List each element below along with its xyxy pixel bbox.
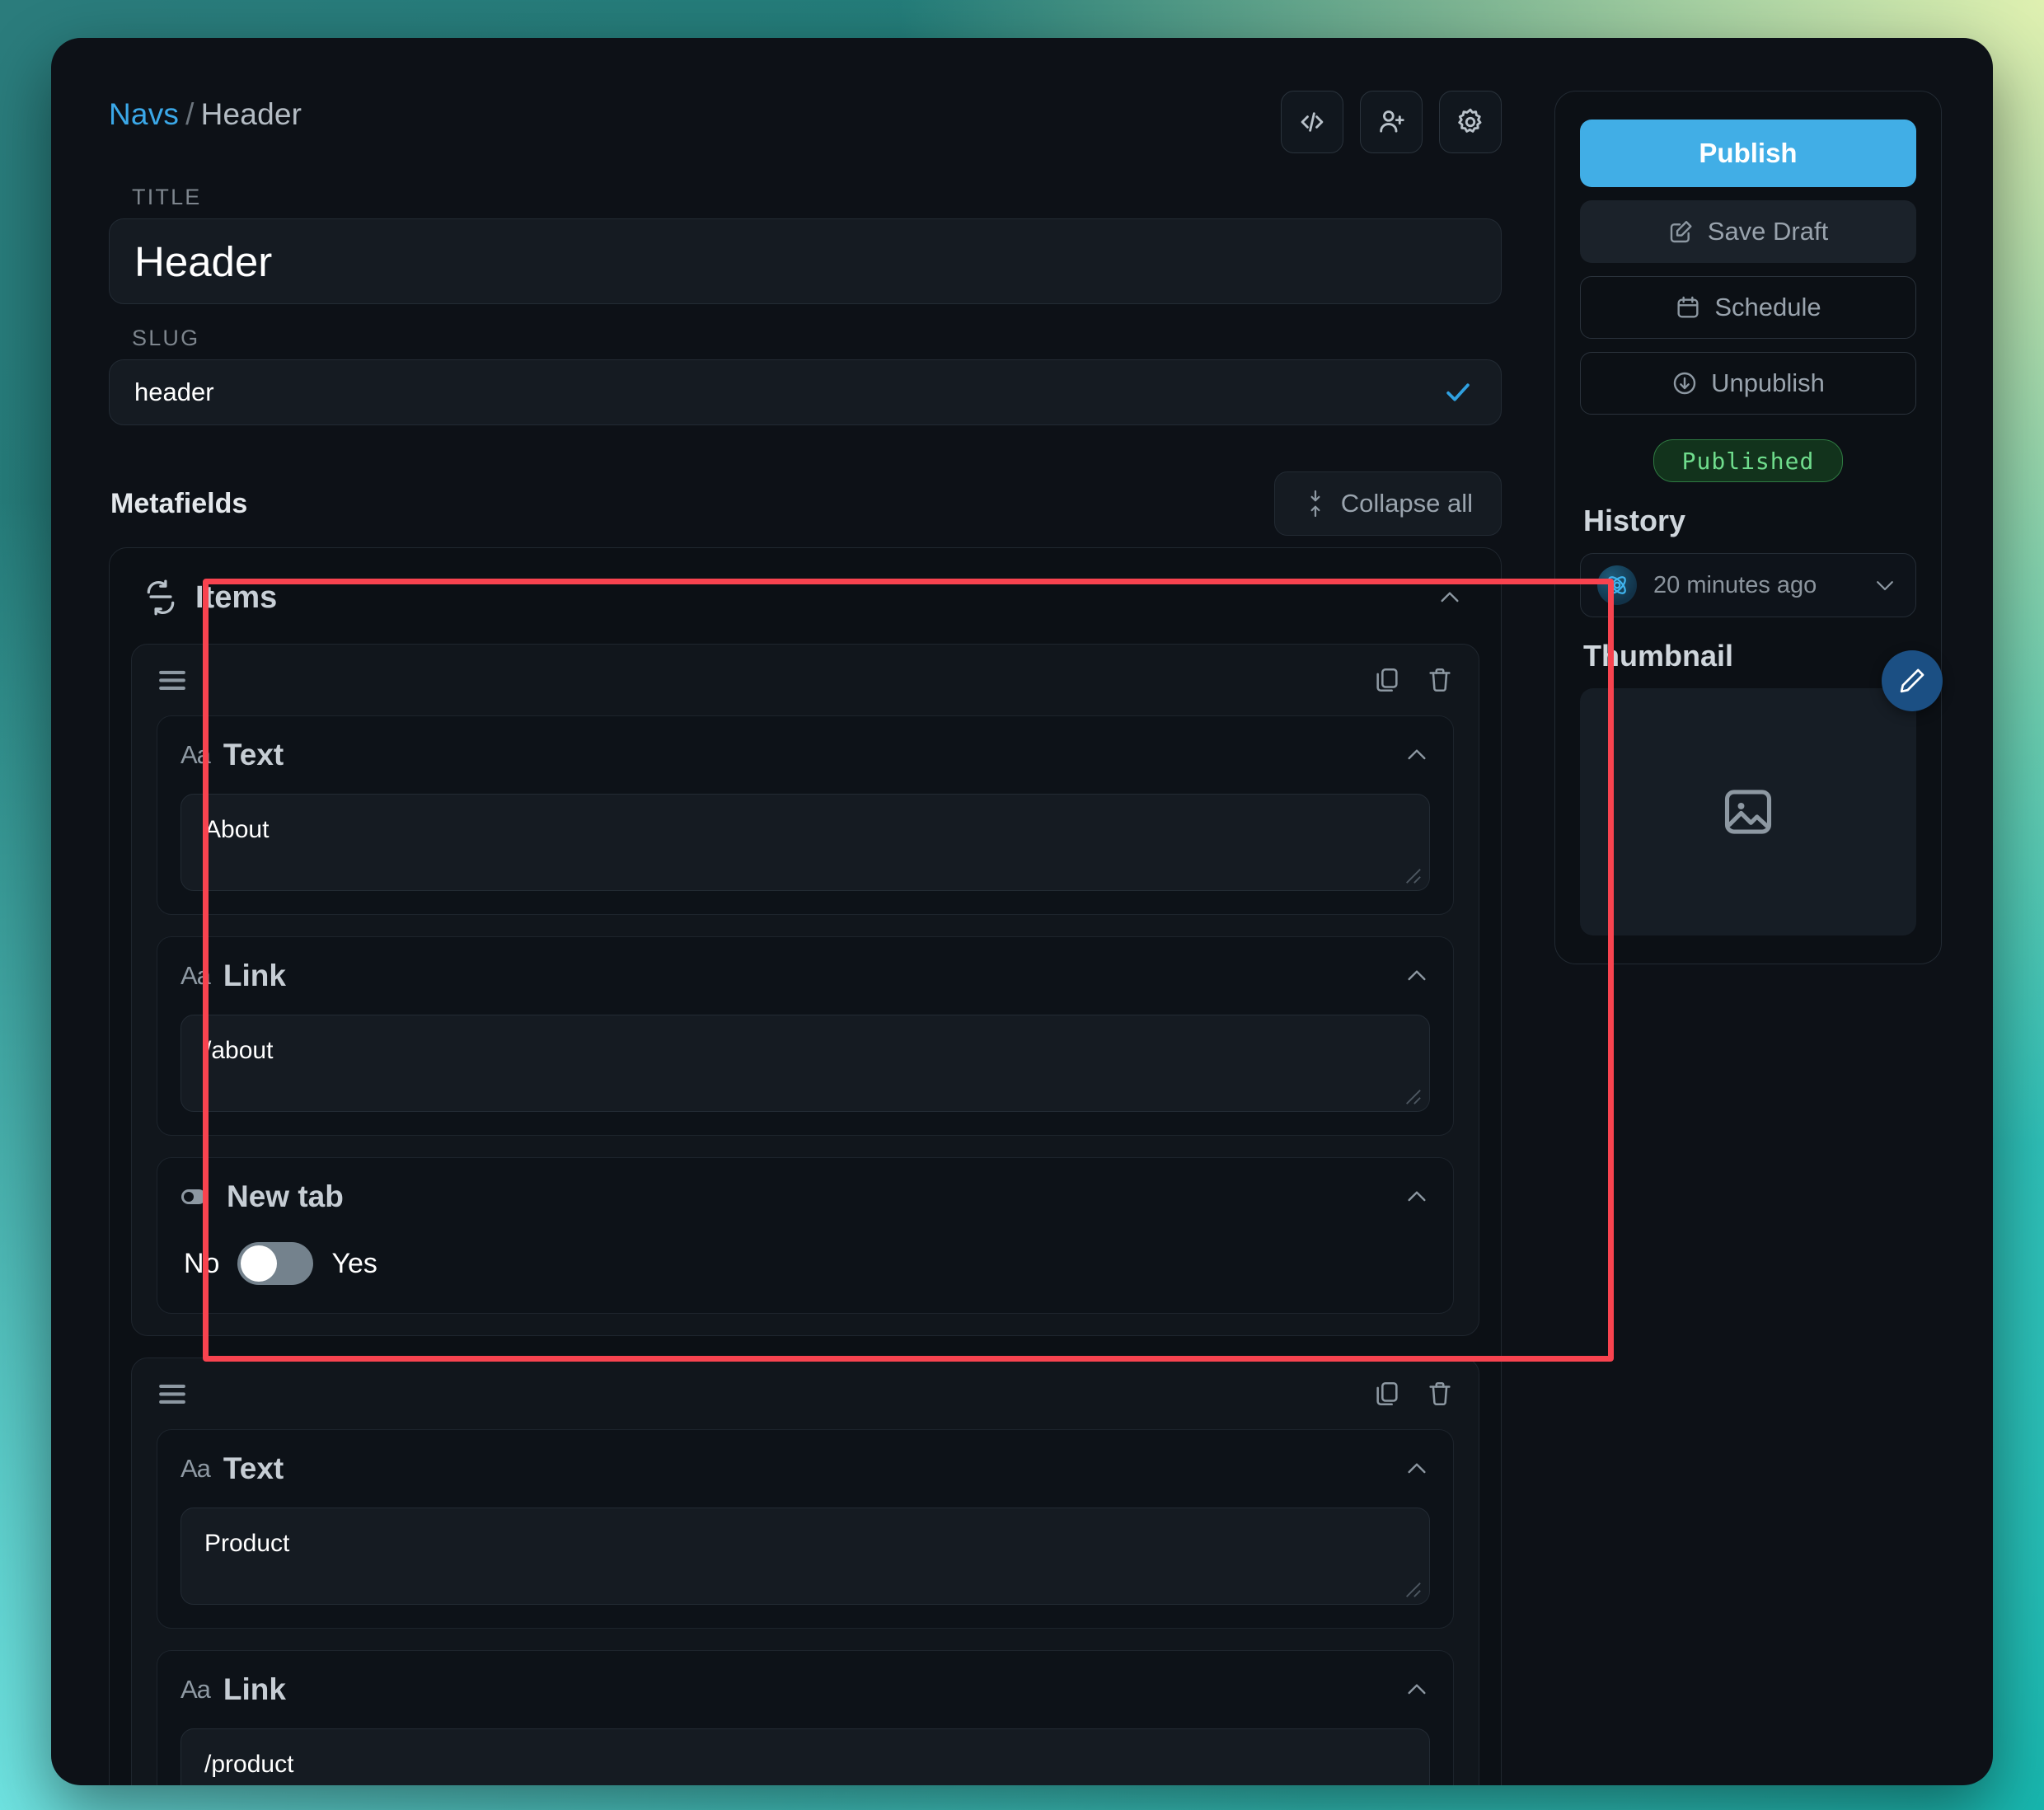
metafield-label: Link [223,1672,286,1706]
edit-square-icon [1670,221,1692,243]
history-heading: History [1583,504,1686,537]
metafields-header: Metafields Collapse all [109,471,1502,536]
breadcrumb-current: Header [200,97,302,131]
breadcrumb-parent-link[interactable]: Navs [109,97,179,131]
chevron-up-icon[interactable] [1437,584,1463,611]
chevron-up-icon[interactable] [1404,963,1430,989]
duplicate-icon[interactable] [1373,665,1401,695]
metafields-heading: Metafields [110,487,248,519]
chevron-up-icon[interactable] [1404,742,1430,768]
calendar-icon [1677,296,1699,318]
app-window: Navs / Header TITLE Header SLUG header M… [51,38,1993,1785]
chevron-down-icon[interactable] [1873,573,1897,598]
code-button[interactable] [1281,91,1343,153]
settings-button[interactable] [1439,91,1502,153]
boolean-toggle-row: No Yes [180,1236,1430,1290]
breadcrumb-separator: / [185,97,195,131]
slug-input[interactable] [109,359,1502,425]
group-title: Items [195,579,278,615]
toggle-on-label: Yes [331,1247,377,1279]
switch-knob [241,1245,278,1282]
item-toolbar [132,1358,1479,1429]
image-icon [1724,790,1772,834]
chevron-up-icon[interactable] [1404,1676,1430,1703]
drag-handle-icon[interactable] [157,666,188,694]
repeater-item: Aa Text [131,644,1479,1336]
topbar-actions [1281,91,1502,153]
item-toolbar [132,645,1479,715]
trash-icon[interactable] [1426,1379,1454,1409]
add-user-icon [1380,110,1404,133]
unpublish-button[interactable]: Unpublish [1580,352,1916,415]
status-badge: Published [1653,439,1844,482]
check-icon[interactable] [1442,377,1474,408]
text-type-icon: Aa [180,1675,211,1704]
metafield-text: Aa Text [157,715,1454,915]
thumbnail-heading: Thumbnail [1583,639,1733,673]
gear-icon [1458,108,1482,133]
history-value: 20 minutes ago [1653,571,1817,598]
metafield-label: New tab [227,1179,344,1213]
download-circle-icon [1673,372,1696,395]
text-type-icon: Aa [180,961,211,990]
metafield-label: Text [223,1451,284,1485]
unpublish-label: Unpublish [1711,368,1825,397]
metafield-value-input[interactable] [180,1508,1430,1605]
collapse-all-button[interactable]: Collapse all [1273,471,1502,536]
metafield-label: Link [223,959,286,992]
save-draft-button[interactable]: Save Draft [1580,200,1916,263]
duplicate-icon[interactable] [1373,1379,1401,1409]
metafield-value-input[interactable] [180,794,1430,891]
group-header[interactable]: Items [131,573,1479,622]
collapse-all-label: Collapse all [1340,489,1473,518]
metafield-text: Aa Text [157,1429,1454,1629]
metafield-group-items: Items Aa Text About Aa Link /about New t… [109,547,1502,1785]
publish-label: Publish [1699,138,1798,168]
drag-handle-icon[interactable] [157,1380,188,1408]
history-select[interactable]: 20 minutes ago [1580,553,1916,617]
main-content: Navs / Header TITLE Header SLUG header M… [109,91,1614,1785]
atom-icon [1608,576,1626,594]
metafield-link: Aa Link [157,936,1454,1136]
metafield-label: Text [223,738,284,771]
metafield-value-input[interactable] [180,1728,1430,1785]
save-draft-label: Save Draft [1707,217,1829,246]
thumbnail-placeholder[interactable] [1580,688,1916,935]
repeat-icon [147,579,175,616]
slug-field-label: SLUG [132,326,200,350]
edit-thumbnail-button[interactable] [1882,650,1943,711]
schedule-button[interactable]: Schedule [1580,276,1916,339]
topbar: Navs / Header [109,91,1502,163]
avatar [1597,565,1637,605]
metafield-link: Aa Link [157,1650,1454,1785]
pencil-icon [1900,668,1924,693]
new-tab-switch[interactable] [237,1242,314,1285]
schedule-label: Schedule [1714,293,1821,321]
repeater-item: Aa Text [131,1358,1479,1785]
title-input[interactable] [109,218,1502,304]
chevron-up-icon[interactable] [1404,1456,1430,1482]
collapse-all-icon [1310,490,1320,518]
sidebar: Publish Save Draft Schedule Unpublish Pu… [1554,91,1943,1785]
title-field-label: TITLE [132,185,202,209]
text-type-icon: Aa [180,1454,211,1483]
publish-button[interactable]: Publish [1580,120,1916,187]
code-icon [1301,112,1324,132]
chevron-up-icon[interactable] [1404,1184,1430,1210]
trash-icon[interactable] [1426,665,1454,695]
metafield-new-tab: New tab No Yes [157,1157,1454,1314]
toggle-type-icon [180,1187,213,1207]
toggle-off-label: No [184,1247,220,1279]
breadcrumb: Navs / Header [109,91,302,132]
add-user-button[interactable] [1360,91,1423,153]
metafield-value-input[interactable] [180,1015,1430,1112]
text-type-icon: Aa [180,740,211,769]
